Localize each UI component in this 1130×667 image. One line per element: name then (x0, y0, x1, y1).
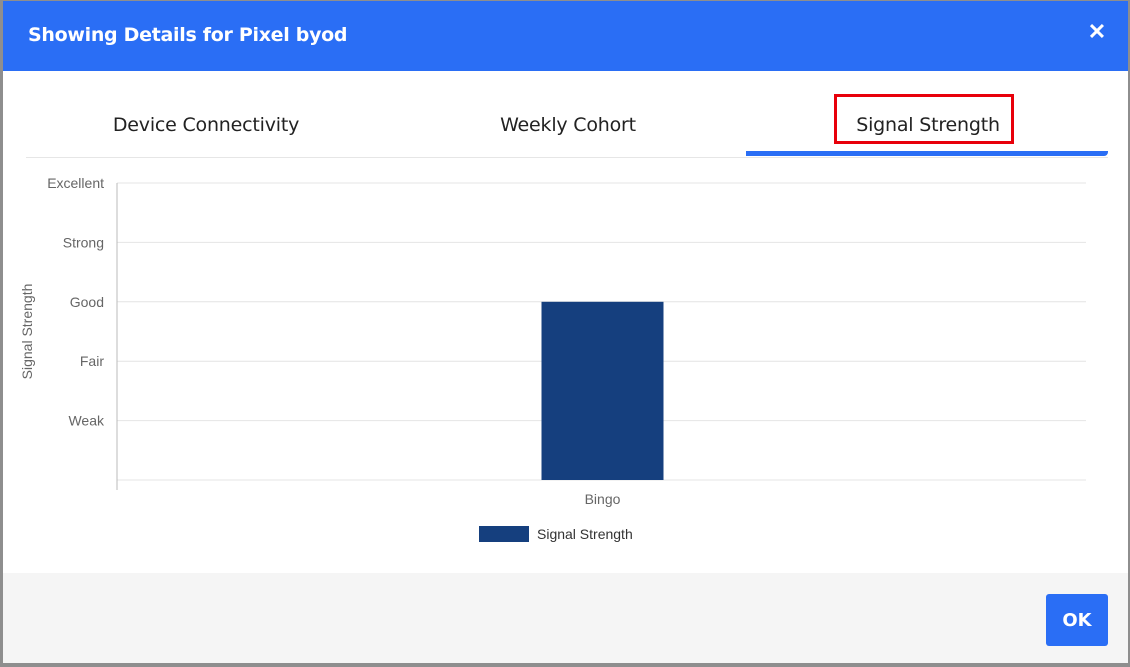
close-icon: ✕ (1087, 19, 1107, 44)
tab-device-connectivity[interactable]: Device Connectivity (26, 96, 386, 154)
legend-label: Signal Strength (537, 526, 633, 542)
chart-svg: Weak Fair Good Strong Excellent Signal Streng… (19, 175, 1086, 542)
tab-bar: Device Connectivity Weekly Cohort Signal… (26, 94, 1108, 158)
y-tick-label: Excellent (47, 175, 104, 191)
active-tab-indicator (746, 151, 1108, 156)
y-tick-label: Weak (68, 413, 105, 429)
close-button[interactable]: ✕ (1084, 19, 1110, 45)
modal-footer: OK (3, 573, 1128, 663)
legend-swatch (479, 526, 529, 542)
y-tick-label: Fair (80, 353, 104, 369)
signal-strength-chart: Weak Fair Good Strong Excellent Signal Streng… (3, 166, 1128, 566)
modal-title: Showing Details for Pixel byod (28, 24, 348, 46)
modal-header: Showing Details for Pixel byod ✕ (3, 1, 1128, 71)
bar (541, 301, 664, 480)
tab-weekly-cohort[interactable]: Weekly Cohort (388, 96, 748, 154)
tab-highlight-box (834, 94, 1014, 144)
y-tick-label: Good (70, 294, 104, 310)
x-tick-label: Bingo (585, 491, 621, 507)
ok-button[interactable]: OK (1046, 594, 1108, 646)
y-axis-title: Signal Strength (19, 284, 35, 380)
details-modal: Showing Details for Pixel byod ✕ Device … (3, 1, 1128, 663)
y-tick-label: Strong (63, 234, 104, 250)
